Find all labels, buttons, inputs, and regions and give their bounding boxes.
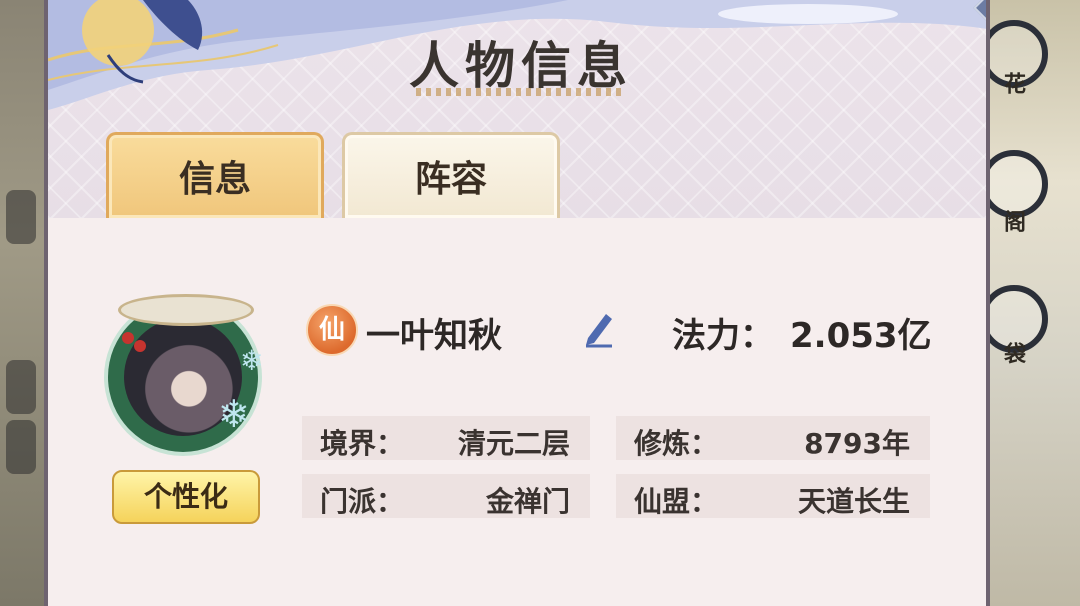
stat-label: 修炼： [634,427,719,460]
stat-sect: 门派： 金禅门 [302,474,590,518]
side-menu-ring [980,150,1048,218]
stat-value: 清元二层 [457,427,570,460]
stat-realm: 境界： 清元二层 [302,416,590,460]
side-menu-label: 花 [1000,72,1025,94]
avatar[interactable]: ❄ ❄ [100,288,270,458]
edit-pencil-icon[interactable] [582,308,616,348]
stat-cultivation: 修炼： 8793年 [616,416,930,460]
player-name: 一叶知秋 [366,316,502,356]
background-element [6,420,36,474]
background-left-scene [0,0,48,606]
power-value: 2.053亿 [790,316,932,356]
background-element [6,190,36,244]
panel-header: 人物信息 信息 阵容 [48,0,986,218]
stat-value: 8793年 [804,427,910,460]
stat-alliance: 仙盟： 天道长生 [616,474,930,518]
stat-label: 仙盟： [634,485,719,518]
title-ornament [416,88,626,96]
power-label: 法力： [672,316,774,356]
tab-lineup[interactable]: 阵容 [342,132,560,218]
snowflake-icon: ❄ [218,392,250,436]
background-right-scene: 花 阁 袋 [980,0,1080,606]
berry-ornament [134,340,146,352]
snowflake-icon: ❄ [240,344,264,377]
personalize-button[interactable]: 个性化 [112,470,260,524]
berry-ornament [122,332,134,344]
side-menu-label: 袋 [1000,342,1025,364]
stat-value: 天道长生 [797,485,910,518]
side-menu-label: 阁 [1000,210,1025,232]
avatar-frame-ornament [118,294,254,326]
stat-label: 境界： [320,427,405,460]
stat-value: 金禅门 [485,485,570,518]
tab-info[interactable]: 信息 [106,132,324,218]
stat-label: 门派： [320,485,405,518]
title-badge: 仙 [306,304,358,356]
background-element [6,360,36,414]
